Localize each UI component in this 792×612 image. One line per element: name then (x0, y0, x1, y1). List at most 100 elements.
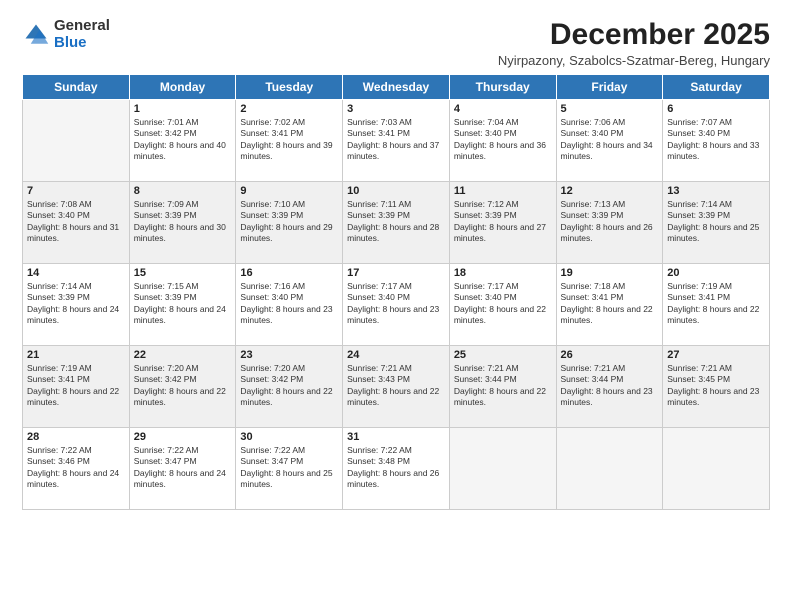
day-number: 28 (27, 431, 125, 443)
calendar-cell: 30 Sunrise: 7:22 AMSunset: 3:47 PMDayligh… (236, 428, 343, 510)
day-number: 1 (134, 103, 232, 115)
cell-info: Sunrise: 7:21 AMSunset: 3:44 PMDaylight:… (454, 363, 552, 409)
calendar-cell: 28Sunrise: 7:22 AMSunset: 3:46 PMDayligh… (23, 428, 130, 510)
cell-info: Sunrise: 7:02 AMSunset: 3:41 PMDaylight:… (240, 117, 338, 163)
cell-info: Sunrise: 7:03 AMSunset: 3:41 PMDaylight:… (347, 117, 445, 163)
cell-info: Sunrise: 7:20 AMSunset: 3:42 PMDaylight:… (134, 363, 232, 409)
subtitle: Nyirpazony, Szabolcs-Szatmar-Bereg, Hung… (498, 53, 770, 68)
day-number: 4 (454, 103, 552, 115)
calendar-cell: 24 Sunrise: 7:21 AMSunset: 3:43 PMDayligh… (343, 346, 450, 428)
calendar-cell: 10 Sunrise: 7:11 AMSunset: 3:39 PMDayligh… (343, 182, 450, 264)
cell-info: Sunrise: 7:11 AMSunset: 3:39 PMDaylight:… (347, 199, 445, 245)
month-title: December 2025 (498, 18, 770, 51)
logo-icon (22, 21, 50, 49)
calendar-cell (449, 428, 556, 510)
logo-general-text: General (54, 17, 110, 34)
header: General Blue December 2025 Nyirpazony, S… (22, 18, 770, 68)
calendar-cell: 7 Sunrise: 7:08 AMSunset: 3:40 PMDaylight… (23, 182, 130, 264)
cell-info: Sunrise: 7:16 AMSunset: 3:40 PMDaylight:… (240, 281, 338, 327)
cell-info: Sunrise: 7:07 AMSunset: 3:40 PMDaylight:… (667, 117, 765, 163)
day-number: 6 (667, 103, 765, 115)
day-number: 9 (240, 185, 338, 197)
cell-info: Sunrise: 7:22 AMSunset: 3:48 PMDaylight:… (347, 445, 445, 491)
day-number: 24 (347, 349, 445, 361)
week-row-2: 14Sunrise: 7:14 AMSunset: 3:39 PMDayligh… (23, 264, 770, 346)
day-number: 14 (27, 267, 125, 279)
cell-info: Sunrise: 7:09 AMSunset: 3:39 PMDaylight:… (134, 199, 232, 245)
day-number: 27 (667, 349, 765, 361)
cell-info: Sunrise: 7:17 AMSunset: 3:40 PMDaylight:… (347, 281, 445, 327)
day-number: 18 (454, 267, 552, 279)
cell-info: Sunrise: 7:20 AMSunset: 3:42 PMDaylight:… (240, 363, 338, 409)
day-number: 29 (134, 431, 232, 443)
day-number: 12 (561, 185, 659, 197)
cell-info: Sunrise: 7:15 AMSunset: 3:39 PMDaylight:… (134, 281, 232, 327)
calendar-cell: 6 Sunrise: 7:07 AMSunset: 3:40 PMDaylight… (663, 100, 770, 182)
day-number: 22 (134, 349, 232, 361)
cell-info: Sunrise: 7:19 AMSunset: 3:41 PMDaylight:… (27, 363, 125, 409)
day-number: 7 (27, 185, 125, 197)
day-number: 10 (347, 185, 445, 197)
calendar-cell: 4 Sunrise: 7:04 AMSunset: 3:40 PMDaylight… (449, 100, 556, 182)
title-block: December 2025 Nyirpazony, Szabolcs-Szatm… (498, 18, 770, 68)
day-number: 16 (240, 267, 338, 279)
day-number: 19 (561, 267, 659, 279)
calendar-cell: 15 Sunrise: 7:15 AMSunset: 3:39 PMDayligh… (129, 264, 236, 346)
day-number: 5 (561, 103, 659, 115)
col-friday: Friday (556, 75, 663, 100)
day-number: 3 (347, 103, 445, 115)
day-number: 21 (27, 349, 125, 361)
cell-info: Sunrise: 7:17 AMSunset: 3:40 PMDaylight:… (454, 281, 552, 327)
cell-info: Sunrise: 7:19 AMSunset: 3:41 PMDaylight:… (667, 281, 765, 327)
day-number: 26 (561, 349, 659, 361)
calendar-cell: 16 Sunrise: 7:16 AMSunset: 3:40 PMDayligh… (236, 264, 343, 346)
col-saturday: Saturday (663, 75, 770, 100)
calendar-cell: 8 Sunrise: 7:09 AMSunset: 3:39 PMDaylight… (129, 182, 236, 264)
day-number: 11 (454, 185, 552, 197)
week-row-3: 21 Sunrise: 7:19 AMSunset: 3:41 PMDayligh… (23, 346, 770, 428)
cell-info: Sunrise: 7:14 AMSunset: 3:39 PMDaylight:… (667, 199, 765, 245)
cell-info: Sunrise: 7:21 AMSunset: 3:44 PMDaylight:… (561, 363, 659, 409)
col-sunday: Sunday (23, 75, 130, 100)
cell-info: Sunrise: 7:13 AMSunset: 3:39 PMDaylight:… (561, 199, 659, 245)
calendar-cell: 17 Sunrise: 7:17 AMSunset: 3:40 PMDayligh… (343, 264, 450, 346)
calendar-cell: 5Sunrise: 7:06 AMSunset: 3:40 PMDaylight… (556, 100, 663, 182)
logo-blue-text: Blue (54, 34, 87, 51)
cell-info: Sunrise: 7:22 AMSunset: 3:47 PMDaylight:… (240, 445, 338, 491)
week-row-4: 28Sunrise: 7:22 AMSunset: 3:46 PMDayligh… (23, 428, 770, 510)
day-number: 15 (134, 267, 232, 279)
calendar-cell: 14Sunrise: 7:14 AMSunset: 3:39 PMDayligh… (23, 264, 130, 346)
cell-info: Sunrise: 7:08 AMSunset: 3:40 PMDaylight:… (27, 199, 125, 245)
week-row-0: 1Sunrise: 7:01 AMSunset: 3:42 PMDaylight… (23, 100, 770, 182)
calendar-cell: 3 Sunrise: 7:03 AMSunset: 3:41 PMDaylight… (343, 100, 450, 182)
col-thursday: Thursday (449, 75, 556, 100)
cell-info: Sunrise: 7:04 AMSunset: 3:40 PMDaylight:… (454, 117, 552, 163)
day-number: 20 (667, 267, 765, 279)
cell-info: Sunrise: 7:18 AMSunset: 3:41 PMDaylight:… (561, 281, 659, 327)
week-row-1: 7 Sunrise: 7:08 AMSunset: 3:40 PMDaylight… (23, 182, 770, 264)
day-number: 30 (240, 431, 338, 443)
logo: General Blue (22, 18, 110, 51)
day-number: 8 (134, 185, 232, 197)
calendar-table: Sunday Monday Tuesday Wednesday Thursday… (22, 74, 770, 510)
cell-info: Sunrise: 7:10 AMSunset: 3:39 PMDaylight:… (240, 199, 338, 245)
calendar-cell: 26 Sunrise: 7:21 AMSunset: 3:44 PMDayligh… (556, 346, 663, 428)
calendar-cell: 23 Sunrise: 7:20 AMSunset: 3:42 PMDayligh… (236, 346, 343, 428)
day-number: 23 (240, 349, 338, 361)
calendar-cell (23, 100, 130, 182)
calendar-cell: 29Sunrise: 7:22 AMSunset: 3:47 PMDayligh… (129, 428, 236, 510)
calendar-cell: 22 Sunrise: 7:20 AMSunset: 3:42 PMDayligh… (129, 346, 236, 428)
calendar-cell: 25 Sunrise: 7:21 AMSunset: 3:44 PMDayligh… (449, 346, 556, 428)
col-monday: Monday (129, 75, 236, 100)
calendar-cell: 19 Sunrise: 7:18 AMSunset: 3:41 PMDayligh… (556, 264, 663, 346)
day-number: 17 (347, 267, 445, 279)
day-number: 13 (667, 185, 765, 197)
calendar-cell: 11Sunrise: 7:12 AMSunset: 3:39 PMDayligh… (449, 182, 556, 264)
day-number: 25 (454, 349, 552, 361)
calendar-cell: 1Sunrise: 7:01 AMSunset: 3:42 PMDaylight… (129, 100, 236, 182)
cell-info: Sunrise: 7:21 AMSunset: 3:43 PMDaylight:… (347, 363, 445, 409)
calendar-cell: 9 Sunrise: 7:10 AMSunset: 3:39 PMDaylight… (236, 182, 343, 264)
calendar-cell (556, 428, 663, 510)
calendar-cell: 21 Sunrise: 7:19 AMSunset: 3:41 PMDayligh… (23, 346, 130, 428)
logo-text: General Blue (54, 18, 110, 51)
